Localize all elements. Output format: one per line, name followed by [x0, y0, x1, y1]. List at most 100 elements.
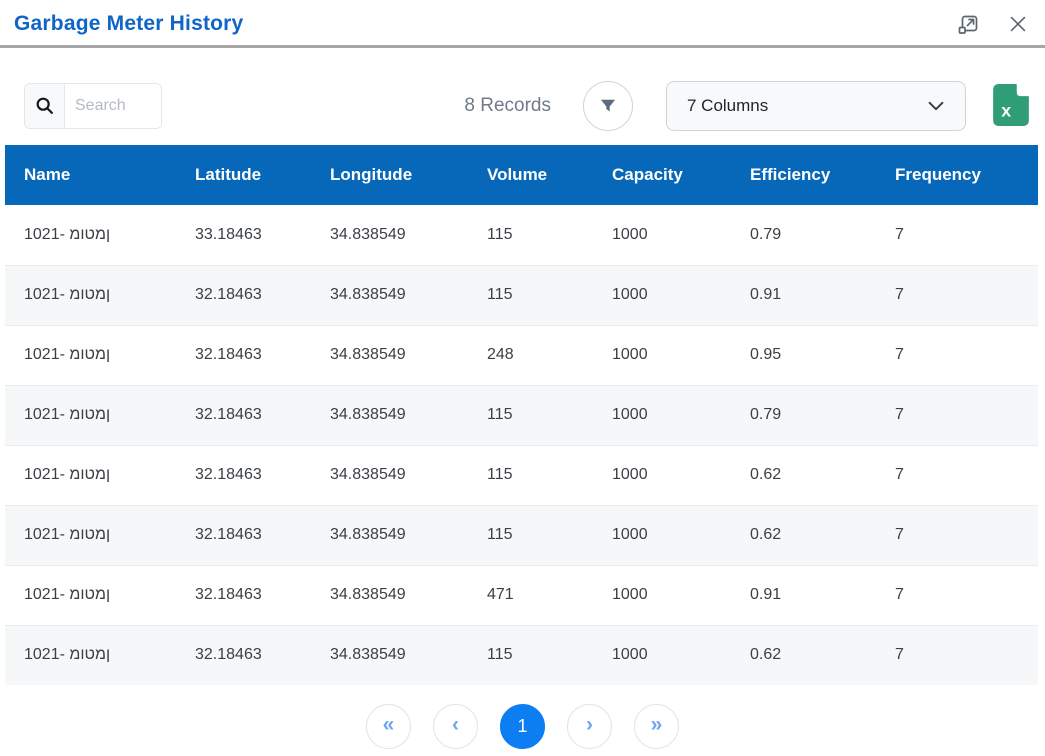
cell-capacity: 1000 — [593, 205, 731, 265]
table-header-row: Name Latitude Longitude Volume Capacity … — [5, 145, 1038, 205]
current-page-button[interactable]: 1 — [500, 704, 545, 749]
cell-frequency: 7 — [876, 205, 1038, 265]
table-body: 1021- מוטמן 33.18463 34.838549 115 1000 … — [5, 205, 1038, 685]
cell-frequency: 7 — [876, 505, 1038, 565]
cell-efficiency: 0.91 — [731, 265, 876, 325]
open-in-new-window-icon — [956, 12, 980, 36]
next-page-button[interactable]: › — [567, 704, 612, 749]
table-row: 1021- מוטמן 32.18463 34.838549 115 1000 … — [5, 625, 1038, 685]
table-row: 1021- מוטמן 33.18463 34.838549 115 1000 … — [5, 205, 1038, 265]
columns-select[interactable]: 7 Columns — [666, 81, 966, 131]
cell-capacity: 1000 — [593, 565, 731, 625]
cell-capacity: 1000 — [593, 445, 731, 505]
search-icon — [25, 84, 65, 128]
cell-latitude: 32.18463 — [176, 565, 311, 625]
table-row: 1021- מוטמן 32.18463 34.838549 115 1000 … — [5, 385, 1038, 445]
cell-volume: 115 — [468, 445, 593, 505]
cell-name: 1021- מוטמן — [5, 565, 176, 625]
filter-button[interactable] — [583, 81, 633, 131]
search-input[interactable] — [65, 84, 161, 128]
cell-frequency: 7 — [876, 625, 1038, 685]
toolbar: 8 Records 7 Columns x — [24, 81, 1030, 131]
pagination: « ‹ 1 › » — [0, 704, 1045, 749]
cell-latitude: 32.18463 — [176, 325, 311, 385]
cell-capacity: 1000 — [593, 385, 731, 445]
cell-volume: 115 — [468, 385, 593, 445]
cell-name: 1021- מוטמן — [5, 625, 176, 685]
column-header-frequency[interactable]: Frequency — [876, 145, 1038, 205]
cell-capacity: 1000 — [593, 265, 731, 325]
cell-longitude: 34.838549 — [311, 625, 468, 685]
cell-longitude: 34.838549 — [311, 445, 468, 505]
cell-capacity: 1000 — [593, 505, 731, 565]
cell-latitude: 33.18463 — [176, 205, 311, 265]
column-header-latitude[interactable]: Latitude — [176, 145, 311, 205]
columns-select-value: 7 Columns — [687, 96, 925, 116]
cell-efficiency: 0.95 — [731, 325, 876, 385]
cell-longitude: 34.838549 — [311, 565, 468, 625]
prev-page-button[interactable]: ‹ — [433, 704, 478, 749]
cell-efficiency: 0.62 — [731, 505, 876, 565]
cell-efficiency: 0.79 — [731, 205, 876, 265]
cell-longitude: 34.838549 — [311, 265, 468, 325]
search-group — [24, 83, 162, 129]
column-header-volume[interactable]: Volume — [468, 145, 593, 205]
cell-latitude: 32.18463 — [176, 625, 311, 685]
cell-latitude: 32.18463 — [176, 385, 311, 445]
svg-text:x: x — [1001, 101, 1011, 121]
cell-longitude: 34.838549 — [311, 505, 468, 565]
cell-latitude: 32.18463 — [176, 505, 311, 565]
cell-volume: 115 — [468, 625, 593, 685]
cell-frequency: 7 — [876, 265, 1038, 325]
cell-name: 1021- מוטמן — [5, 505, 176, 565]
cell-name: 1021- מוטמן — [5, 445, 176, 505]
cell-longitude: 34.838549 — [311, 385, 468, 445]
cell-capacity: 1000 — [593, 625, 731, 685]
cell-name: 1021- מוטמן — [5, 325, 176, 385]
cell-latitude: 32.18463 — [176, 445, 311, 505]
close-button[interactable] — [1005, 11, 1031, 37]
cell-frequency: 7 — [876, 325, 1038, 385]
table-row: 1021- מוטמן 32.18463 34.838549 115 1000 … — [5, 505, 1038, 565]
first-page-button[interactable]: « — [366, 704, 411, 749]
titlebar: Garbage Meter History — [0, 0, 1045, 45]
funnel-icon — [598, 96, 618, 116]
column-header-name[interactable]: Name — [5, 145, 176, 205]
last-page-button[interactable]: » — [634, 704, 679, 749]
table-row: 1021- מוטמן 32.18463 34.838549 115 1000 … — [5, 445, 1038, 505]
cell-frequency: 7 — [876, 445, 1038, 505]
cell-longitude: 34.838549 — [311, 325, 468, 385]
cell-volume: 115 — [468, 265, 593, 325]
table-row: 1021- מוטמן 32.18463 34.838549 471 1000 … — [5, 565, 1038, 625]
column-header-efficiency[interactable]: Efficiency — [731, 145, 876, 205]
cell-efficiency: 0.62 — [731, 625, 876, 685]
table-row: 1021- מוטמן 32.18463 34.838549 115 1000 … — [5, 265, 1038, 325]
cell-name: 1021- מוטמן — [5, 385, 176, 445]
excel-file-icon: x — [993, 84, 1029, 126]
cell-volume: 248 — [468, 325, 593, 385]
history-table: Name Latitude Longitude Volume Capacity … — [5, 145, 1038, 685]
title-divider — [0, 45, 1045, 48]
export-excel-button[interactable]: x — [992, 84, 1030, 128]
cell-volume: 115 — [468, 505, 593, 565]
cell-name: 1021- מוטמן — [5, 265, 176, 325]
close-icon — [1007, 13, 1029, 35]
cell-longitude: 34.838549 — [311, 205, 468, 265]
cell-efficiency: 0.91 — [731, 565, 876, 625]
table-row: 1021- מוטמן 32.18463 34.838549 248 1000 … — [5, 325, 1038, 385]
cell-capacity: 1000 — [593, 325, 731, 385]
cell-volume: 471 — [468, 565, 593, 625]
cell-volume: 115 — [468, 205, 593, 265]
cell-frequency: 7 — [876, 385, 1038, 445]
cell-latitude: 32.18463 — [176, 265, 311, 325]
column-header-capacity[interactable]: Capacity — [593, 145, 731, 205]
garbage-meter-history-window: Garbage Meter History — [0, 0, 1045, 749]
records-count: 8 Records — [464, 95, 551, 117]
cell-efficiency: 0.62 — [731, 445, 876, 505]
column-header-longitude[interactable]: Longitude — [311, 145, 468, 205]
cell-name: 1021- מוטמן — [5, 205, 176, 265]
cell-efficiency: 0.79 — [731, 385, 876, 445]
page-title: Garbage Meter History — [14, 12, 243, 36]
expand-window-button[interactable] — [955, 11, 981, 37]
chevron-down-icon — [925, 95, 947, 117]
